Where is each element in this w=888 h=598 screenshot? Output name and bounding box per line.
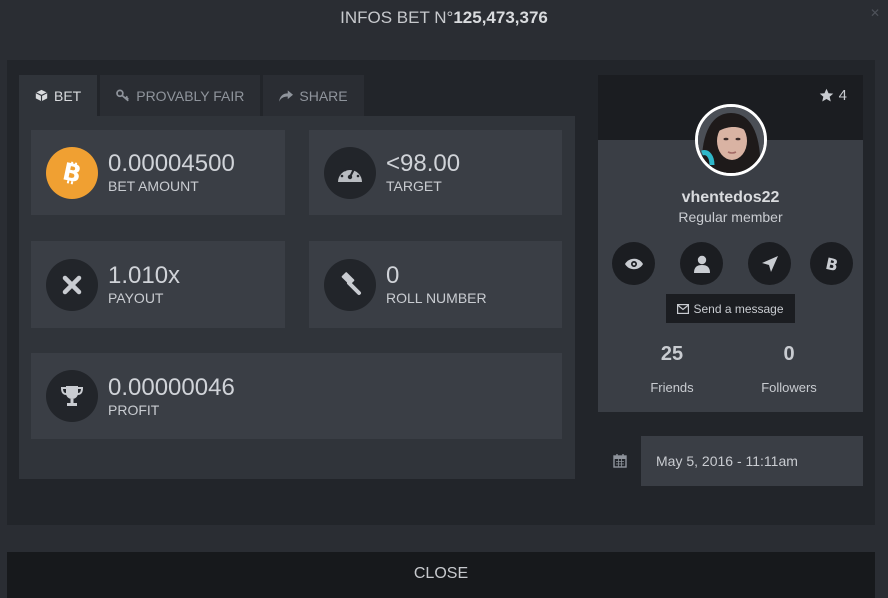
profit-value: 0.00000046 — [108, 373, 235, 401]
avatar[interactable] — [695, 104, 767, 176]
target-card: <98.00 TARGET — [309, 130, 562, 215]
username[interactable]: vhentedos22 — [598, 189, 863, 207]
tab-provably-fair[interactable]: PROVABLY FAIR — [100, 75, 261, 116]
tab-share[interactable]: SHARE — [263, 75, 364, 116]
followers-label: Followers — [761, 380, 817, 395]
speedometer-icon — [324, 146, 376, 199]
tab-content-bet: B 0.00004500 BET AMOUNT <98.00 TARGET 1. — [19, 116, 575, 479]
share-icon — [279, 89, 294, 102]
tab-bar: BET PROVABLY FAIR SHARE — [19, 75, 367, 116]
bitcoin-icon: B — [824, 255, 840, 273]
send-bitcoin-button[interactable]: B — [810, 242, 853, 285]
bet-number: 125,473,376 — [453, 8, 548, 27]
target-label: TARGET — [386, 178, 442, 194]
gavel-icon — [324, 258, 376, 311]
svg-text:B: B — [824, 255, 840, 273]
star-rating: 4 — [819, 87, 847, 104]
send-message-button[interactable]: Send a message — [666, 294, 795, 323]
member-role: Regular member — [678, 209, 783, 225]
bet-amount-card: B 0.00004500 BET AMOUNT — [31, 130, 285, 215]
tab-share-label: SHARE — [299, 87, 348, 104]
payout-value: 1.010x — [108, 262, 181, 289]
times-icon — [46, 258, 98, 311]
bitcoin-icon: B — [46, 146, 98, 199]
bet-date: May 5, 2016 - 11:11am — [598, 436, 863, 486]
user-icon — [693, 255, 710, 273]
target-value: <98.00 — [386, 150, 461, 177]
close-x-icon[interactable]: ✕ — [870, 6, 880, 20]
bet-date-text: May 5, 2016 - 11:11am — [656, 453, 798, 469]
friends-label: Friends — [650, 380, 694, 395]
profile-card: 4 vhentedos22 Regular member B Send a me… — [598, 75, 863, 412]
location-arrow-icon — [761, 255, 778, 272]
cube-icon — [35, 89, 48, 102]
roll-number-value: 0 — [386, 262, 400, 289]
envelope-icon — [677, 303, 690, 314]
star-count: 4 — [838, 87, 847, 104]
profit-label: PROFIT — [108, 401, 160, 418]
tab-bet-label: BET — [54, 87, 82, 104]
trophy-icon — [46, 370, 98, 422]
star-icon — [819, 88, 833, 102]
modal-title-prefix: INFOS BET N° — [340, 8, 454, 27]
send-tip-button[interactable] — [748, 242, 791, 285]
friends-count: 25 — [660, 343, 684, 365]
bet-amount-value: 0.00004500 — [108, 150, 235, 177]
follow-user-button[interactable] — [680, 242, 723, 285]
view-profile-button[interactable] — [612, 242, 655, 285]
roll-number-label: ROLL NUMBER — [386, 290, 487, 306]
followers-count: 0 — [783, 343, 795, 365]
send-message-label: Send a message — [693, 301, 784, 316]
bet-amount-label: BET AMOUNT — [108, 178, 199, 194]
bet-details: BET PROVABLY FAIR SHARE B 0.00004500 BET… — [19, 75, 575, 479]
roll-number-card: 0 ROLL NUMBER — [309, 241, 562, 328]
profit-card: 0.00000046 PROFIT — [31, 353, 562, 439]
tab-provably-fair-label: PROVABLY FAIR — [136, 87, 245, 104]
close-button[interactable]: CLOSE — [7, 552, 875, 598]
payout-label: PAYOUT — [108, 290, 164, 306]
key-icon — [116, 89, 130, 102]
calendar-icon — [598, 436, 641, 486]
payout-card: 1.010x PAYOUT — [31, 241, 285, 328]
tab-bet[interactable]: BET — [19, 75, 98, 116]
modal-title: INFOS BET N°125,473,376 — [0, 0, 888, 36]
eye-icon — [624, 258, 643, 269]
